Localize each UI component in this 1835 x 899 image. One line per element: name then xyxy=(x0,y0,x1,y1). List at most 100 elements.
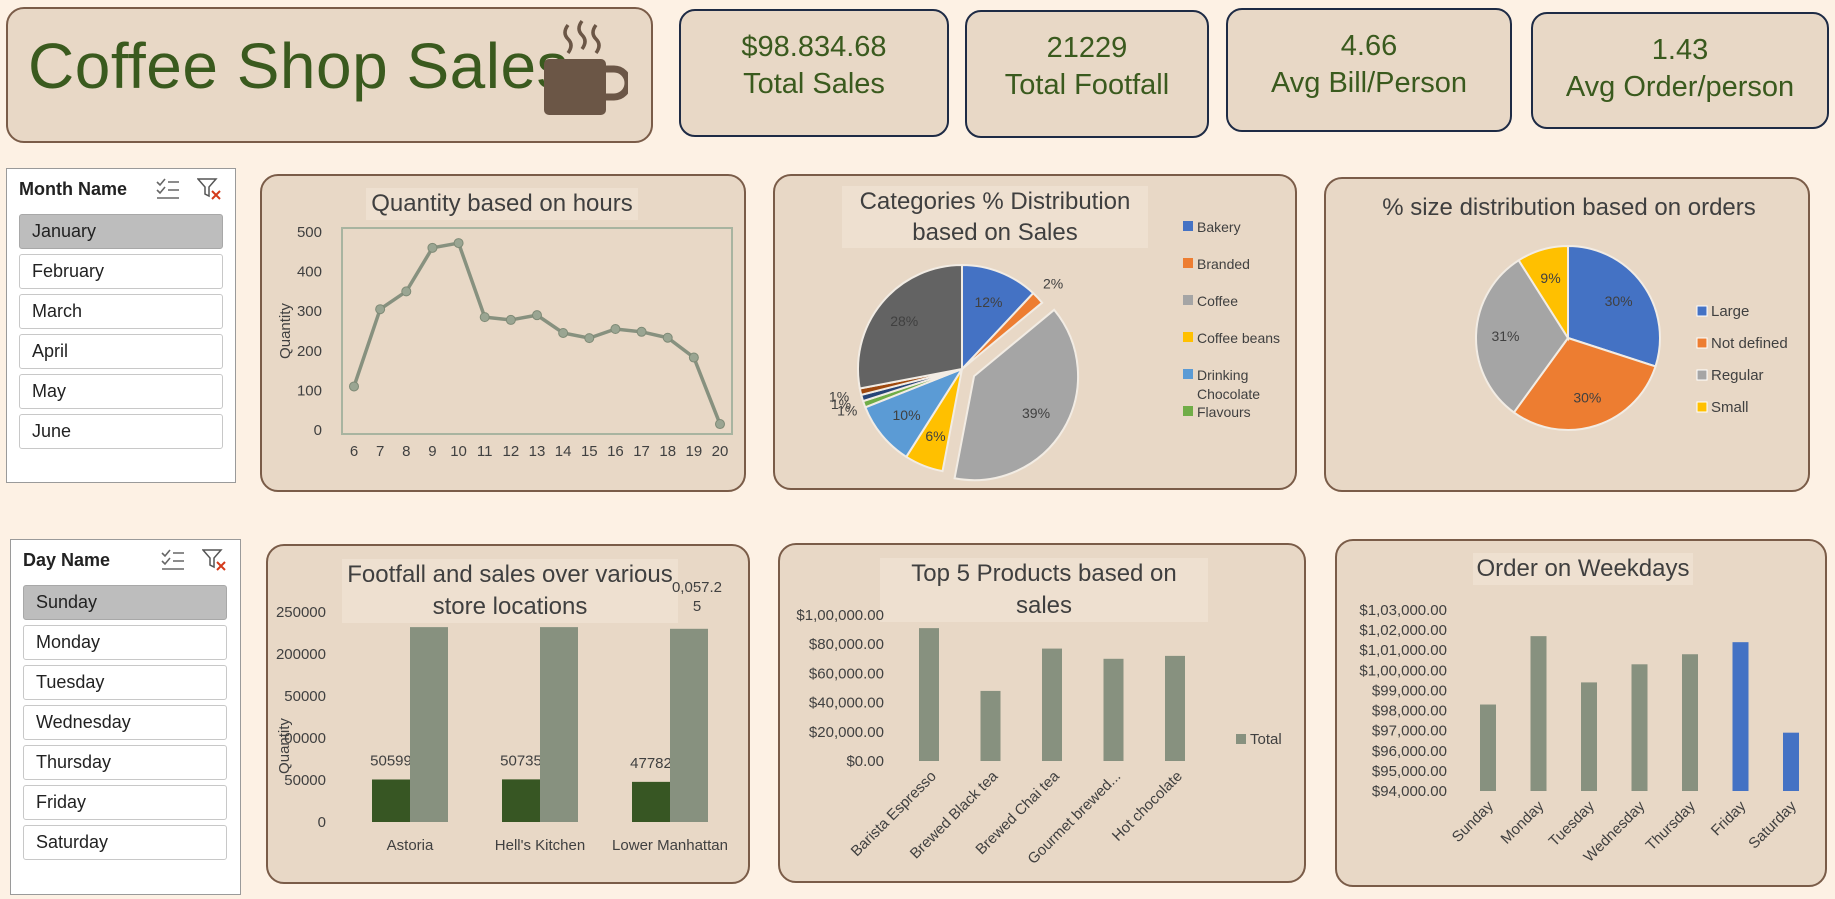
x-tick-label: 9 xyxy=(428,443,436,460)
data-bar xyxy=(1631,664,1648,791)
x-tick-label: 17 xyxy=(633,443,650,460)
slicer-title: Day Name xyxy=(23,550,111,570)
y-tick-label: 300 xyxy=(297,303,322,320)
data-label: 0,057.2 xyxy=(672,579,722,596)
weekdays-bar-chart: $94,000.00 $95,000.00 $96,000.00 $97,000.00… xyxy=(1359,602,1800,866)
data-bar xyxy=(980,690,1001,761)
kpi-total-footfall: 21229 Total Footfall xyxy=(965,10,1209,138)
legend-swatch xyxy=(1183,258,1193,268)
slicer-item-tuesday[interactable]: Tuesday xyxy=(23,665,227,700)
slice-label: 28% xyxy=(890,313,918,329)
kpi-value: 1.43 xyxy=(1651,34,1709,66)
x-tick-label: 20 xyxy=(712,443,729,460)
data-bar xyxy=(1042,648,1062,761)
x-tick-label: 7 xyxy=(376,443,384,460)
y-tick-label: 200 xyxy=(297,343,322,360)
slicer-item-january[interactable]: January xyxy=(19,214,223,249)
slicer-item-saturday[interactable]: Saturday xyxy=(23,825,227,860)
y-tick-label: 400 xyxy=(297,264,322,281)
legend-label: Bakery xyxy=(1197,219,1241,235)
slicer-item-monday[interactable]: Monday xyxy=(23,625,227,660)
slicer-item-june[interactable]: June xyxy=(19,414,223,449)
y-tick-label: 100 xyxy=(297,382,322,399)
y-tick-label: $97,000.00 xyxy=(1372,723,1447,740)
x-tick-label: 10 xyxy=(450,443,467,460)
legend-swatch xyxy=(1183,332,1193,342)
legend-swatch xyxy=(1183,295,1193,305)
slicer-item-february[interactable]: February xyxy=(19,254,223,289)
slice-label: 39% xyxy=(1022,405,1050,421)
data-point xyxy=(453,238,464,249)
slicer-item-march[interactable]: March xyxy=(19,294,223,329)
y-tick-label: $1,01,000.00 xyxy=(1359,642,1447,659)
slice-label: 30% xyxy=(1573,389,1601,405)
data-bar xyxy=(1530,636,1547,791)
data-bar xyxy=(670,628,708,822)
multi-select-icon[interactable] xyxy=(155,177,181,201)
clear-filter-icon[interactable] xyxy=(197,177,223,201)
data-point xyxy=(610,324,621,335)
x-tick-label: 8 xyxy=(402,443,410,460)
data-bar xyxy=(410,627,448,822)
data-point xyxy=(584,333,595,344)
products-chart-card: Top 5 Products based on sales $0.00 $20,0… xyxy=(778,543,1306,883)
slicer-item-may[interactable]: May xyxy=(19,374,223,409)
slicer-title: Month Name xyxy=(19,179,127,199)
sizes-pie-chart: 30% 30% 31% 9% Large Not defined Regular Small xyxy=(1475,244,1788,431)
y-tick-label: $96,000.00 xyxy=(1372,743,1447,760)
products-bar-chart: $0.00 $20,000.00 $40,000.00 $60,000.00 $80,0… xyxy=(796,607,1282,868)
clear-filter-icon[interactable] xyxy=(202,548,228,572)
x-tick-label: Tuesday xyxy=(1546,797,1599,850)
y-tick-label: $95,000.00 xyxy=(1372,763,1447,780)
kpi-label: Total Footfall xyxy=(1004,69,1170,101)
kpi-label: Avg Bill/Person xyxy=(1270,67,1468,99)
x-tick-label: 6 xyxy=(350,443,358,460)
kpi-total-sales: $98.834.68 Total Sales xyxy=(679,9,949,137)
data-point xyxy=(636,326,647,337)
y-tick-label: $1,00,000.00 xyxy=(1359,662,1447,679)
data-label: 50599 xyxy=(370,752,412,769)
legend-label: Total xyxy=(1250,731,1282,748)
y-tick-label: $99,000.00 xyxy=(1372,682,1447,699)
kpi-label: Avg Order/person xyxy=(1565,71,1795,103)
legend-swatch xyxy=(1183,369,1193,379)
data-point xyxy=(505,314,516,325)
data-bar xyxy=(372,779,410,822)
slice-label: 12% xyxy=(974,294,1002,310)
data-point xyxy=(349,381,359,392)
y-tick-label: 200000 xyxy=(276,646,326,663)
legend-label: Coffee xyxy=(1197,293,1238,309)
x-tick-label: Hell's Kitchen xyxy=(495,837,585,854)
y-tick-label: $1,03,000.00 xyxy=(1359,602,1447,619)
slicer-item-thursday[interactable]: Thursday xyxy=(23,745,227,780)
weekdays-chart-card: Order on Weekdays $94,000.00 $95,000.00 $9… xyxy=(1335,539,1827,887)
data-bar xyxy=(1682,654,1698,791)
legend-label: Chocolate xyxy=(1197,386,1260,402)
y-tick-label: 50000 xyxy=(284,688,326,705)
slicer-item-friday[interactable]: Friday xyxy=(23,785,227,820)
y-tick-label: $1,00,000.00 xyxy=(796,607,884,624)
y-tick-label: $1,02,000.00 xyxy=(1359,622,1447,639)
kpi-avg-bill: 4.66 Avg Bill/Person xyxy=(1226,8,1512,132)
legend-label: Large xyxy=(1711,303,1749,320)
plot-area xyxy=(341,227,733,435)
sizes-chart-card: % size distribution based on orders 30% 3… xyxy=(1324,177,1810,492)
legend-label: Regular xyxy=(1711,367,1764,384)
multi-select-icon[interactable] xyxy=(160,548,186,572)
x-tick-label: Friday xyxy=(1708,797,1750,839)
locations-bar-chart: 0500000000050000200000250000Quantity 5059… xyxy=(276,579,728,854)
y-tick-label: $40,000.00 xyxy=(809,695,884,712)
title-card: Coffee Shop Sales xyxy=(6,7,653,143)
data-bar xyxy=(1581,682,1597,791)
data-label: 50735 xyxy=(500,752,542,769)
legend-swatch xyxy=(1183,406,1193,416)
y-axis-label: Quantity xyxy=(276,718,293,774)
slicer-item-wednesday[interactable]: Wednesday xyxy=(23,705,227,740)
data-point xyxy=(479,312,490,323)
y-tick-label: $94,000.00 xyxy=(1372,783,1447,800)
slicer-item-april[interactable]: April xyxy=(19,334,223,369)
data-bar xyxy=(1732,642,1749,791)
slice-label: 6% xyxy=(925,428,945,444)
slicer-item-sunday[interactable]: Sunday xyxy=(23,585,227,620)
x-tick-label: Monday xyxy=(1498,797,1548,847)
